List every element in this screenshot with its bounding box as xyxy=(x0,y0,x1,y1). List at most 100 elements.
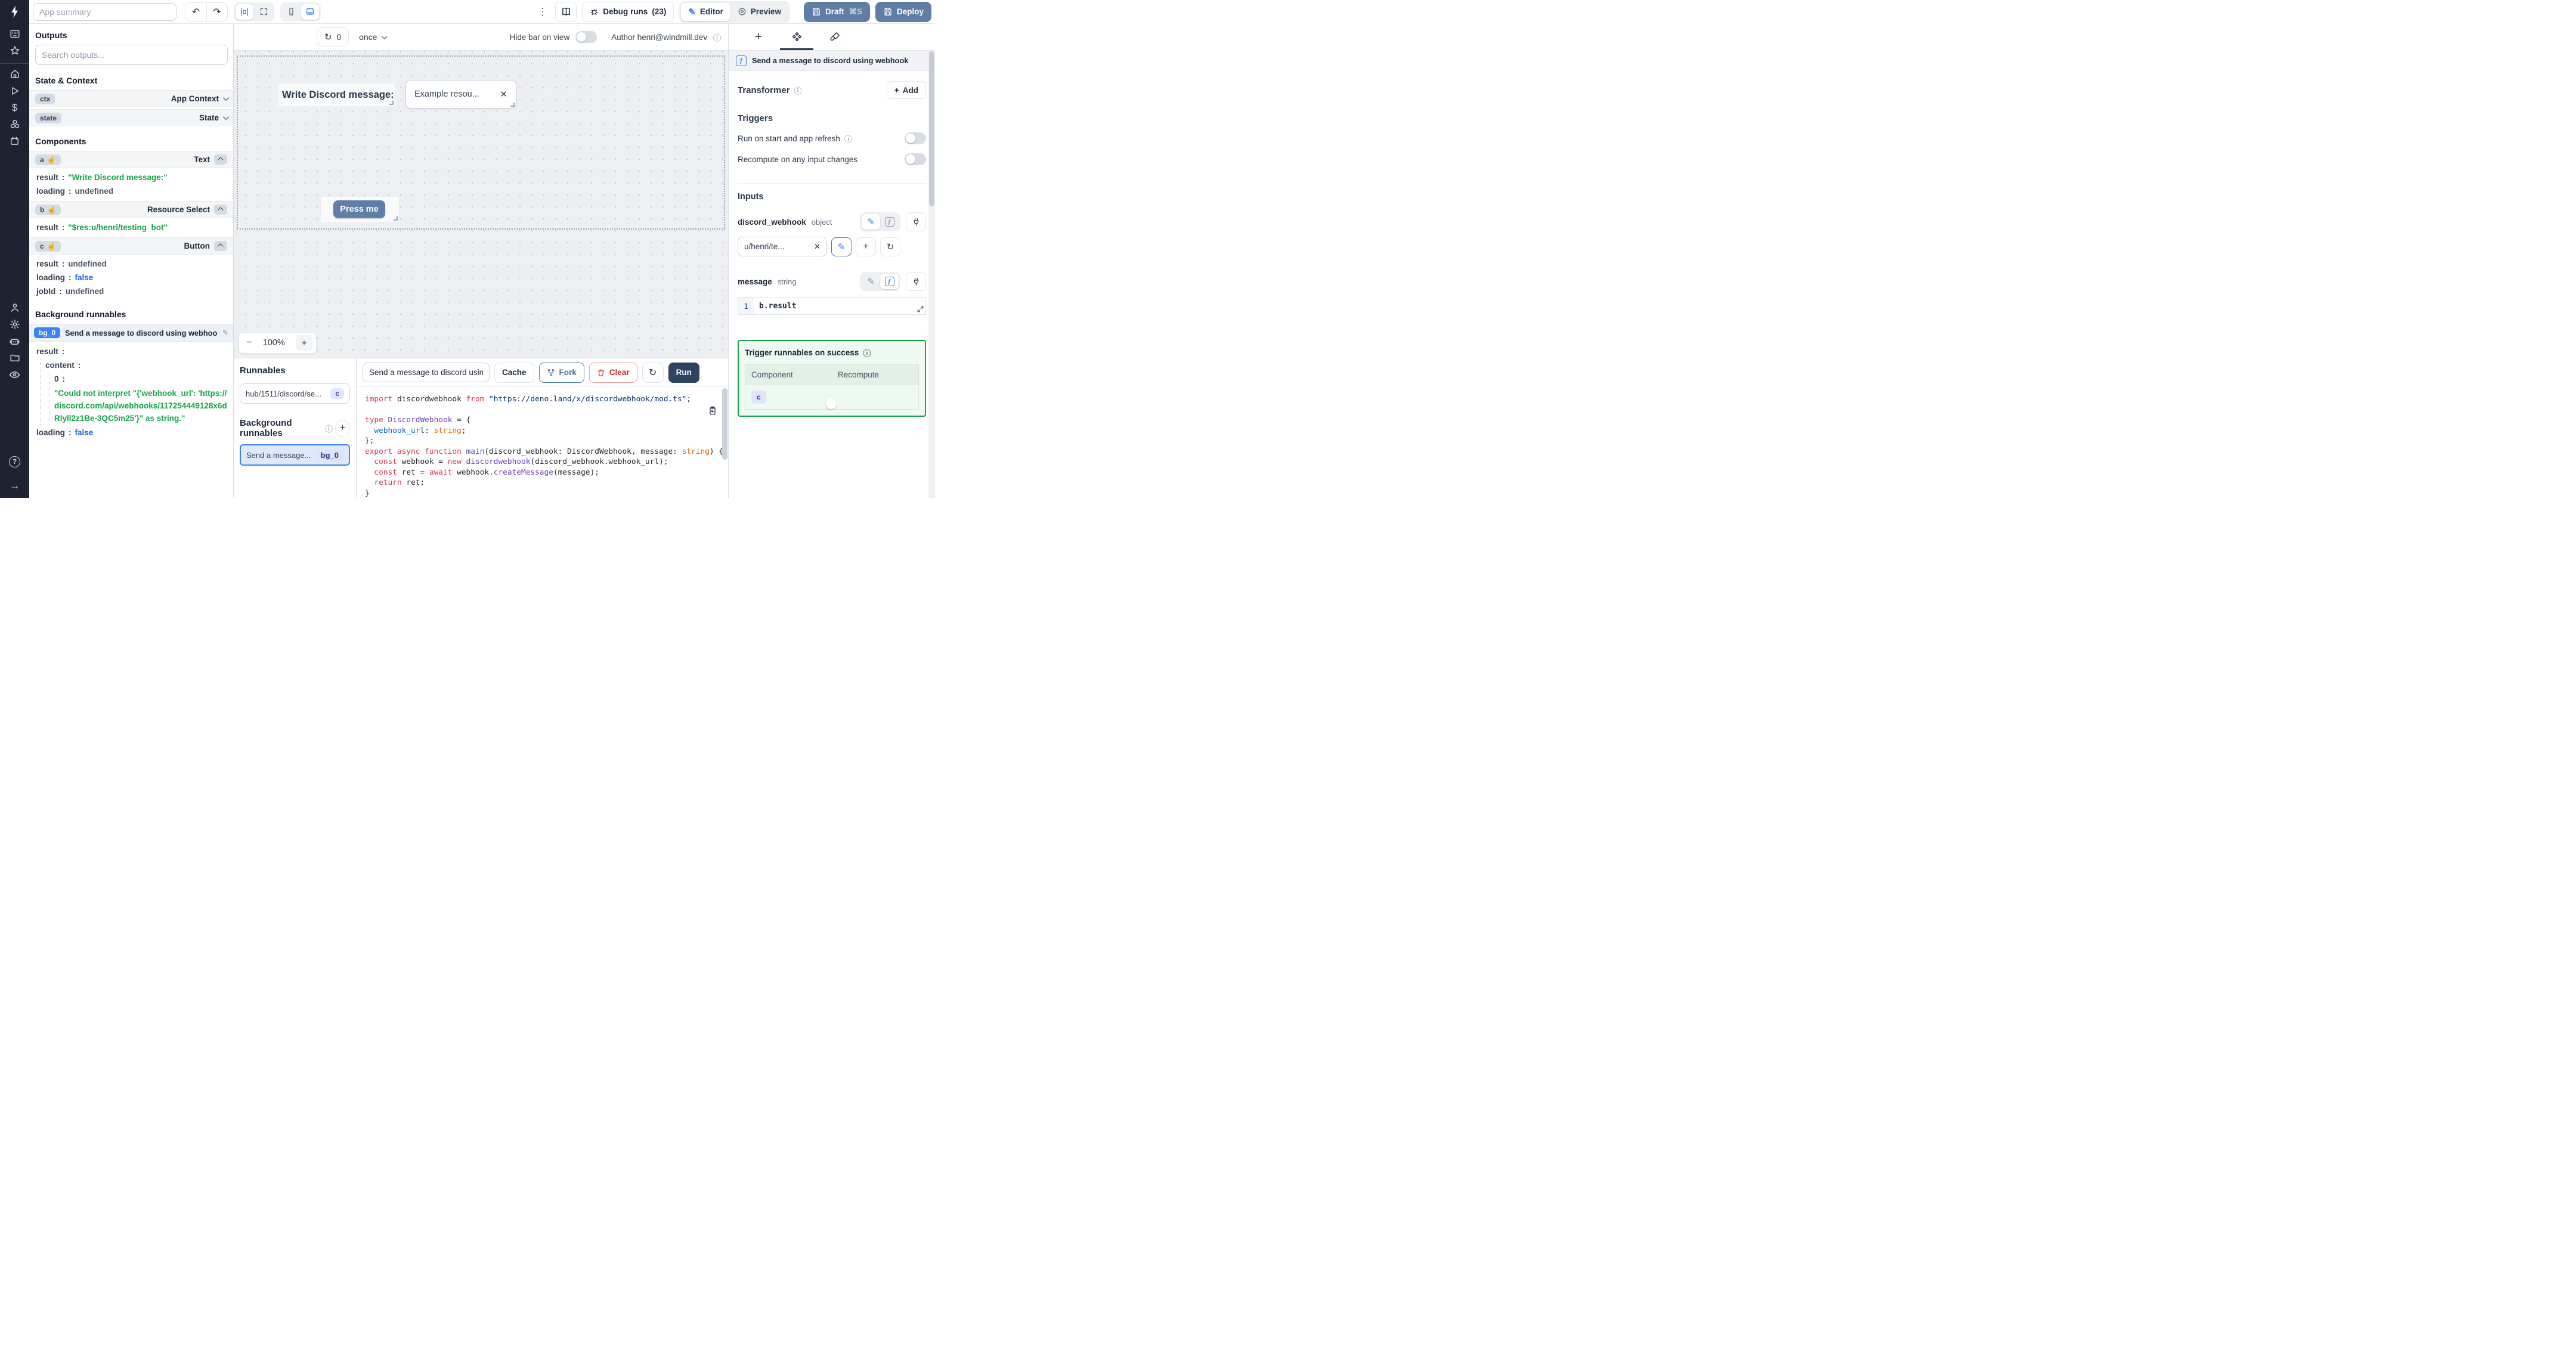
text-component[interactable]: Write Discord message: xyxy=(278,83,395,106)
chevron-down-icon xyxy=(222,95,229,101)
resize-handle[interactable] xyxy=(394,216,398,221)
info-icon[interactable]: ⓘ xyxy=(863,347,871,358)
input-discord-webhook-row: discord_webhook object ✎ f xyxy=(738,212,926,231)
info-icon[interactable]: ⓘ xyxy=(713,32,721,43)
resource-select[interactable]: u/henri/te... ✕ xyxy=(738,237,827,256)
variables-dollar-icon[interactable]: $ xyxy=(6,101,24,114)
info-icon[interactable]: ⓘ xyxy=(794,85,802,96)
center-align-button[interactable] xyxy=(236,4,253,20)
resources-cubes-icon[interactable] xyxy=(6,117,24,131)
redo-button[interactable]: ↷ xyxy=(206,2,227,21)
frequency-dropdown[interactable]: once xyxy=(359,32,388,42)
clear-resource-icon[interactable]: ✕ xyxy=(814,242,821,252)
recompute-on-change-toggle[interactable] xyxy=(905,153,926,165)
draft-button[interactable]: Draft ⌘S xyxy=(803,1,870,22)
favorites-star-icon[interactable] xyxy=(6,44,24,57)
refresh-count-button[interactable]: ↻ 0 xyxy=(317,27,349,47)
zoom-in-button[interactable]: + xyxy=(296,335,312,351)
eval-fn-mode[interactable]: f xyxy=(880,274,899,289)
clear-selection-icon[interactable]: ✕ xyxy=(500,89,507,100)
runnable-item-script[interactable]: hub/1511/discord/se... c xyxy=(240,383,350,404)
resource-select-component[interactable]: Example resou... ✕ xyxy=(405,80,516,109)
state-row[interactable]: state State xyxy=(29,109,233,126)
schedules-calendar-icon[interactable] xyxy=(6,134,24,147)
collapse-button[interactable] xyxy=(214,154,227,165)
users-person-icon[interactable] xyxy=(6,301,24,314)
trigger-row: Recompute on any input changes xyxy=(738,153,926,165)
static-pencil-mode[interactable]: ✎ xyxy=(862,214,880,230)
tab-styling-brush[interactable] xyxy=(816,24,854,50)
refresh-resource-button[interactable]: ↻ xyxy=(880,237,900,256)
bottom-panel: Runnables hub/1511/discord/se... c Backg… xyxy=(234,358,728,498)
windmill-logo[interactable] xyxy=(0,0,29,24)
home-icon[interactable] xyxy=(6,67,24,80)
connect-plug-button[interactable] xyxy=(906,272,926,291)
search-outputs-input[interactable] xyxy=(35,45,228,65)
tab-editor[interactable]: ✎ Editor xyxy=(681,2,730,21)
fullscreen-button[interactable] xyxy=(255,4,273,20)
undo-button[interactable]: ↶ xyxy=(185,3,206,21)
function-icon: f xyxy=(736,55,747,66)
audit-eye-icon[interactable] xyxy=(6,368,24,381)
button-component-wrapper[interactable]: Press me xyxy=(321,197,399,222)
cache-button[interactable]: Cache xyxy=(494,362,534,383)
hand-pointer-icon: ☝ xyxy=(47,155,56,164)
collapse-button[interactable] xyxy=(214,205,227,215)
scrollbar[interactable] xyxy=(722,388,727,460)
component-b-header[interactable]: b ☝ Resource Select xyxy=(29,201,233,218)
pencil-icon[interactable]: ✎ xyxy=(222,329,228,337)
expand-editor-icon[interactable] xyxy=(917,305,924,313)
app-root: $ ? → ↶ xyxy=(0,0,935,498)
deploy-button[interactable]: Deploy xyxy=(875,1,931,22)
apps-icon[interactable] xyxy=(6,27,24,41)
info-icon[interactable]: ⓘ xyxy=(844,133,852,144)
fork-button[interactable]: Fork xyxy=(538,362,584,383)
collapse-arrow-icon[interactable]: → xyxy=(6,479,24,492)
clear-button[interactable]: Clear xyxy=(589,362,637,383)
add-transformer-button[interactable]: + Add xyxy=(886,81,926,99)
collapse-button[interactable] xyxy=(214,241,227,251)
workers-robot-icon[interactable] xyxy=(6,335,24,348)
docs-book-button[interactable] xyxy=(555,1,577,22)
resize-handle[interactable] xyxy=(389,101,394,105)
press-me-button[interactable]: Press me xyxy=(333,200,385,218)
runnable-item-bg0-selected[interactable]: Send a message... bg_0 xyxy=(240,444,350,466)
message-expression-editor[interactable]: 1 b.result xyxy=(738,297,926,315)
mobile-view-button[interactable] xyxy=(282,4,300,20)
help-icon[interactable]: ? xyxy=(6,455,24,468)
zoom-out-button[interactable]: − xyxy=(246,337,252,348)
refresh-code-button[interactable]: ↻ xyxy=(642,362,664,383)
add-background-runnable-button[interactable]: + xyxy=(335,419,350,437)
tab-preview[interactable]: Preview xyxy=(730,3,788,21)
tab-component-settings[interactable] xyxy=(778,24,816,50)
bg-runnable-header[interactable]: bg_0 Send a message to discord using web… xyxy=(29,324,233,342)
edit-resource-button[interactable]: ✎ xyxy=(831,237,852,256)
add-resource-button[interactable]: + xyxy=(856,237,876,256)
component-c-header[interactable]: c ☝ Button xyxy=(29,237,233,255)
app-canvas[interactable]: Write Discord message: Example resou... … xyxy=(234,51,728,358)
scrollbar[interactable] xyxy=(928,51,935,498)
ctx-row[interactable]: ctx App Context xyxy=(29,90,233,107)
runs-play-icon[interactable] xyxy=(6,84,24,97)
tab-insert-component[interactable]: + xyxy=(739,24,778,50)
hand-pointer-icon: ☝ xyxy=(47,205,57,214)
settings-gear-icon[interactable] xyxy=(6,318,24,331)
input-mode-toggle: ✎ f xyxy=(860,212,900,231)
run-on-start-toggle[interactable] xyxy=(905,132,926,144)
more-menu-icon[interactable]: ⋮ xyxy=(535,6,550,18)
folders-icon[interactable] xyxy=(6,351,24,364)
hide-bar-toggle[interactable] xyxy=(575,31,597,43)
copy-code-icon[interactable] xyxy=(708,406,717,416)
debug-runs-button[interactable]: Debug runs (23) xyxy=(582,1,674,22)
app-summary-input[interactable] xyxy=(33,2,177,21)
connect-plug-button[interactable] xyxy=(906,212,926,231)
static-pencil-mode[interactable]: ✎ xyxy=(862,274,880,289)
component-a-header[interactable]: a ☝ Text xyxy=(29,151,233,168)
info-icon[interactable]: ⓘ xyxy=(325,423,333,434)
runnable-name-input[interactable] xyxy=(363,363,490,382)
desktop-view-button[interactable] xyxy=(301,4,319,20)
eval-fn-mode[interactable]: f xyxy=(880,214,899,230)
code-editor[interactable]: import discordwebhook from "https://deno… xyxy=(357,387,728,498)
run-button[interactable]: Run xyxy=(668,362,699,383)
resize-handle[interactable] xyxy=(510,103,515,107)
